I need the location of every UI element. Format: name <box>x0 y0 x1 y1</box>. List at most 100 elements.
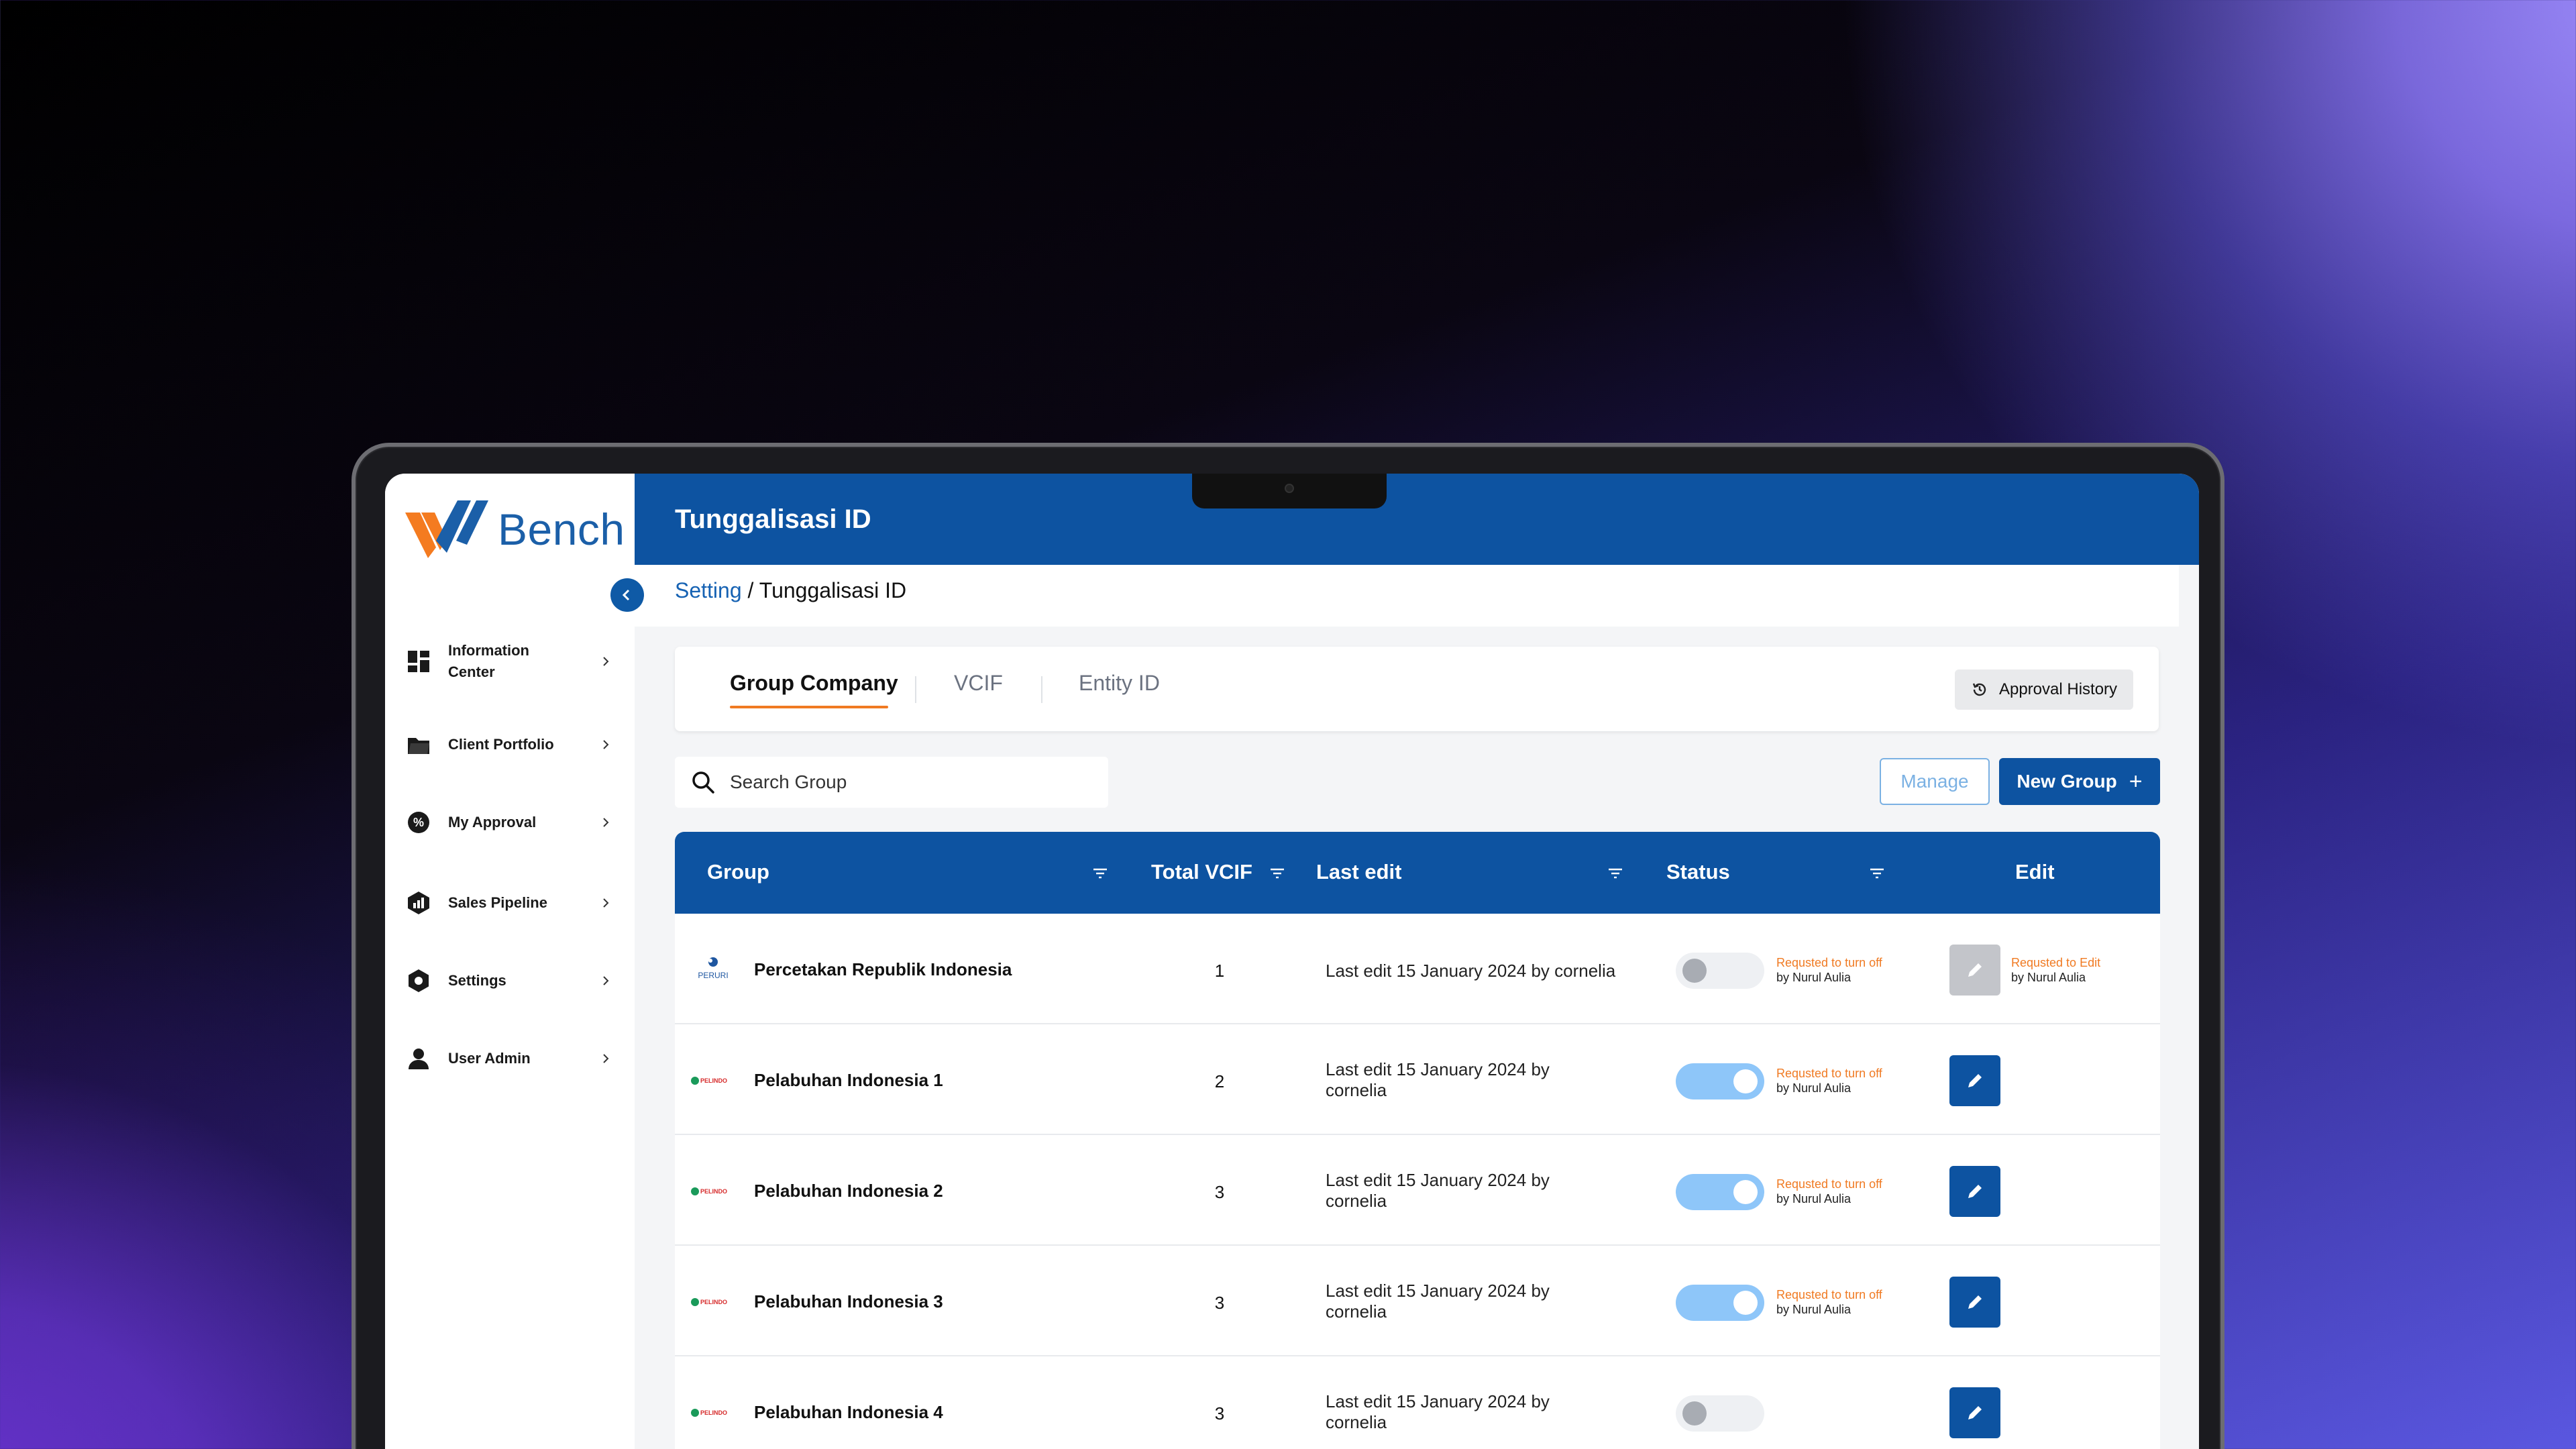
search-bar <box>675 757 1108 808</box>
sidebar-item-label: Settings <box>448 972 506 989</box>
column-header-last-edit: Last edit <box>1316 860 1402 883</box>
pencil-icon <box>1968 1406 1982 1419</box>
chevron-right-icon <box>603 818 609 827</box>
status-request-text: Requsted to turn off <box>1776 1177 1882 1191</box>
column-header-group: Group <box>707 860 769 883</box>
toggle-knob <box>1733 1291 1758 1315</box>
status-toggle[interactable] <box>1676 953 1764 989</box>
app-logo[interactable]: Bench <box>405 499 625 559</box>
group-name[interactable]: Pelabuhan Indonesia 2 <box>754 1181 943 1201</box>
last-edit: Last edit 15 January 2024 by cornelia <box>1326 1059 1550 1100</box>
status-request-text: Requsted to turn off <box>1776 956 1882 969</box>
breadcrumb-text: Setting / Tunggalisasi ID <box>675 578 906 603</box>
table-row: PELINDO Pelabuhan Indonesia 4 3 Last edi… <box>675 1356 2160 1449</box>
dashboard-icon <box>405 648 432 675</box>
status-request-by: by Nurul Aulia <box>1776 1081 1851 1095</box>
last-edit: Last edit 15 January 2024 by cornelia <box>1326 1391 1550 1432</box>
sidebar-item-information-center[interactable]: Information Center <box>405 640 613 683</box>
breadcrumb-link-setting[interactable]: Setting <box>675 578 742 602</box>
status-request-note: Requsted to turn off by Nurul Aulia <box>1776 1287 1882 1317</box>
pelindo-logo: PELINDO <box>691 1298 727 1306</box>
camera-notch <box>1192 474 1387 508</box>
group-name[interactable]: Pelabuhan Indonesia 4 <box>754 1402 943 1423</box>
pelindo-logo: PELINDO <box>691 1409 727 1417</box>
sidebar-item-my-approval[interactable]: % My Approval <box>405 809 613 836</box>
pipeline-icon <box>405 890 432 916</box>
top-header: Tunggalisasi ID <box>635 474 2199 565</box>
status-request-note: Requsted to turn off by Nurul Aulia <box>1776 1066 1882 1095</box>
status-toggle[interactable] <box>1676 1174 1764 1210</box>
status-toggle[interactable] <box>1676 1063 1764 1099</box>
new-group-label: New Group <box>2017 771 2117 792</box>
chevron-left-icon <box>622 589 630 601</box>
tab-group-company[interactable]: Group Company <box>730 671 898 696</box>
edit-button[interactable] <box>1949 1055 2000 1106</box>
peruri-logo: PERURI <box>698 957 729 980</box>
tab-divider <box>915 676 916 703</box>
svg-text:PELINDO: PELINDO <box>700 1409 727 1416</box>
manage-button[interactable]: Manage <box>1880 758 1990 805</box>
approval-history-button[interactable]: Approval History <box>1955 669 2133 710</box>
filter-icon[interactable] <box>1269 867 1285 880</box>
edit-button[interactable] <box>1949 945 2000 996</box>
breadcrumb-current: Tunggalisasi ID <box>759 578 907 602</box>
pelindo-logo: PELINDO <box>691 1187 727 1195</box>
total-vcif: 1 <box>1214 961 1225 981</box>
pencil-icon <box>1968 1185 1982 1198</box>
status-toggle[interactable] <box>1676 1285 1764 1321</box>
toggle-knob <box>1682 959 1707 983</box>
filter-icon[interactable] <box>1869 867 1885 880</box>
history-icon <box>1972 683 1986 696</box>
app-screen: Bench Information Center Client Portfoli… <box>385 474 2199 1449</box>
tab-vcif[interactable]: VCIF <box>954 671 1003 696</box>
sidebar-item-user-admin[interactable]: User Admin <box>405 1045 613 1072</box>
chevron-right-icon <box>603 898 609 908</box>
sidebar-item-label: Client Portfolio <box>448 736 554 753</box>
folder-icon <box>405 731 432 758</box>
status-request-note: Requsted to turn off by Nurul Aulia <box>1776 1177 1882 1206</box>
last-edit: Last edit 15 January 2024 by cornelia <box>1326 1281 1550 1322</box>
status-request-by: by Nurul Aulia <box>1776 1192 1851 1205</box>
new-group-button[interactable]: New Group + <box>1999 758 2160 805</box>
status-request-by: by Nurul Aulia <box>1776 971 1851 984</box>
sidebar-item-label: User Admin <box>448 1050 531 1067</box>
svg-text:PELINDO: PELINDO <box>700 1077 727 1084</box>
last-edit: Last edit 15 January 2024 by cornelia <box>1326 1170 1550 1211</box>
svg-text:%: % <box>413 816 424 829</box>
gear-icon <box>405 967 432 994</box>
table-row: PELINDO Pelabuhan Indonesia 2 3 Last edi… <box>675 1135 2160 1246</box>
pencil-icon <box>1968 1074 1982 1087</box>
edit-button[interactable] <box>1949 1387 2000 1438</box>
status-request-text: Requsted to turn off <box>1776 1067 1882 1080</box>
toggle-knob <box>1733 1069 1758 1093</box>
column-header-edit: Edit <box>2015 860 2055 883</box>
group-name[interactable]: Pelabuhan Indonesia 1 <box>754 1070 943 1091</box>
tab-entity-id[interactable]: Entity ID <box>1079 671 1160 696</box>
logo-mark-icon <box>405 500 488 558</box>
group-name[interactable]: Percetakan Republik Indonesia <box>754 959 1012 980</box>
search-icon <box>692 771 714 794</box>
sidebar-item-sales-pipeline[interactable]: Sales Pipeline <box>405 890 613 916</box>
edit-button[interactable] <box>1949 1277 2000 1328</box>
edit-request-text: Requsted to Edit <box>2011 956 2101 969</box>
search-input[interactable] <box>730 771 1079 793</box>
sidebar-item-label: Sales Pipeline <box>448 894 547 911</box>
pencil-icon <box>1968 1295 1982 1309</box>
table-row: PELINDO Pelabuhan Indonesia 3 3 Last edi… <box>675 1246 2160 1356</box>
edit-button[interactable] <box>1949 1166 2000 1217</box>
status-toggle[interactable] <box>1676 1395 1764 1432</box>
tab-divider <box>1041 676 1042 703</box>
sidebar-item-settings[interactable]: Settings <box>405 967 613 994</box>
group-name[interactable]: Pelabuhan Indonesia 3 <box>754 1291 943 1312</box>
chevron-right-icon <box>603 976 609 985</box>
sidebar-item-client-portfolio[interactable]: Client Portfolio <box>405 731 613 758</box>
toggle-knob <box>1682 1401 1707 1426</box>
pencil-icon <box>1968 963 1982 977</box>
approval-history-label: Approval History <box>1998 680 2118 698</box>
edit-request-note: Requsted to Edit by Nurul Aulia <box>2011 955 2100 985</box>
user-icon <box>405 1045 432 1072</box>
filter-icon[interactable] <box>1092 867 1108 880</box>
tab-bar: Group Company VCIF Entity ID Approval Hi… <box>675 647 2159 731</box>
sidebar-collapse-button[interactable] <box>610 578 644 612</box>
filter-icon[interactable] <box>1607 867 1623 880</box>
